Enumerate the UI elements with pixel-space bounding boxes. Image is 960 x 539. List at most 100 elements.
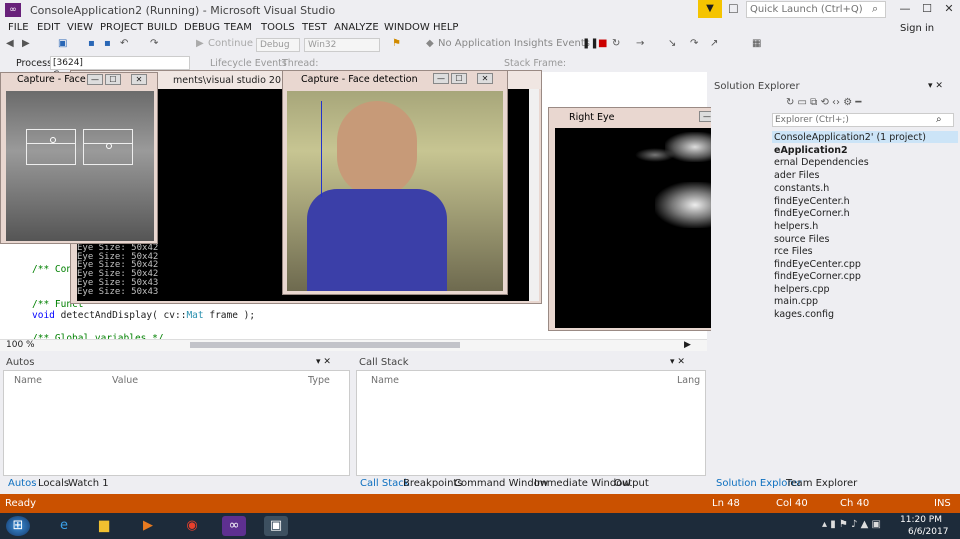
minimize-button[interactable]: —	[87, 74, 103, 85]
tree-item[interactable]: ader Files	[774, 170, 819, 181]
menu-window[interactable]: WINDOW	[384, 22, 430, 33]
tab-autos[interactable]: Autos	[8, 478, 36, 489]
tree-item[interactable]: eApplication2	[774, 145, 848, 156]
column-header[interactable]: Lang	[677, 375, 700, 386]
menu-file[interactable]: FILE	[8, 22, 29, 33]
internet-explorer-icon[interactable]: e	[52, 516, 76, 536]
column-header[interactable]: Name	[371, 375, 399, 386]
hex-display-icon[interactable]: ▦	[752, 38, 761, 49]
column-header[interactable]: Name	[14, 375, 42, 386]
clock-date[interactable]: 6/6/2017	[908, 527, 948, 537]
break-all-icon[interactable]: ❚❚	[582, 38, 599, 49]
browse-icon[interactable]: ⚑	[392, 38, 401, 49]
tree-item[interactable]: source Files	[774, 234, 829, 245]
console-app-icon[interactable]: ▣	[264, 516, 288, 536]
feedback-icon[interactable]: ☐	[728, 2, 739, 16]
tree-item[interactable]: findEyeCorner.cpp	[774, 271, 861, 282]
menu-build[interactable]: BUILD	[147, 22, 177, 33]
call-stack-panel: Call Stack Name Lang	[356, 356, 706, 492]
face-detection-window[interactable]: Capture - Face detection — ☐ ✕	[282, 70, 508, 295]
insights-label[interactable]: No Application Insights Events	[438, 38, 590, 49]
back-icon[interactable]: ◀	[6, 38, 14, 49]
tree-item[interactable]: findEyeCorner.h	[774, 208, 850, 219]
save-all-icon[interactable]: ▪	[104, 38, 111, 49]
media-player-icon[interactable]: ▶	[136, 516, 160, 536]
stop-debugging-icon[interactable]: ■	[598, 38, 607, 49]
platform-dropdown[interactable]: Win32	[304, 38, 380, 52]
menu-view[interactable]: VIEW	[67, 22, 93, 33]
continue-icon[interactable]: ▶	[196, 38, 204, 49]
config-dropdown[interactable]: Debug	[256, 38, 300, 52]
minimize-button[interactable]: —	[433, 73, 449, 84]
tree-item[interactable]: ernal Dependencies	[774, 157, 869, 168]
lifecycle-events[interactable]: Lifecycle Events	[210, 58, 287, 69]
undo-icon[interactable]: ↶	[120, 38, 128, 49]
tree-item[interactable]: main.cpp	[774, 296, 818, 307]
restart-icon[interactable]: ↻	[612, 38, 620, 49]
autos-body[interactable]: Name Value Type	[3, 370, 350, 476]
horizontal-scrollbar[interactable]	[190, 342, 460, 348]
sign-in-link[interactable]: Sign in	[900, 23, 934, 34]
tab-output[interactable]: Output	[614, 478, 649, 489]
step-into-icon[interactable]: ↘	[668, 38, 676, 49]
column-header[interactable]: Value	[112, 375, 138, 386]
tree-item[interactable]: ConsoleApplication2' (1 project)	[774, 132, 926, 143]
capture-face-window[interactable]: Capture - Face — ☐ ✕	[0, 72, 158, 244]
panel-pin-icon[interactable]: ▾ ✕	[670, 357, 685, 367]
column-header[interactable]: Type	[308, 375, 330, 386]
solution-toolbar-icons[interactable]: ↻ ▭ ⧉ ⟲ ‹› ⚙ ━	[786, 97, 861, 108]
new-project-icon[interactable]: ▣	[58, 38, 67, 49]
step-out-icon[interactable]: ↗	[710, 38, 718, 49]
clock-time[interactable]: 11:20 PM	[900, 515, 942, 525]
tree-item[interactable]: helpers.cpp	[774, 284, 830, 295]
call-stack-body[interactable]: Name Lang	[356, 370, 706, 476]
maximize-button[interactable]: ☐	[105, 74, 121, 85]
close-button[interactable]: ✕	[131, 74, 147, 85]
menu-edit[interactable]: EDIT	[37, 22, 60, 33]
face-detection-titlebar: Capture - Face detection	[283, 71, 507, 85]
continue-button[interactable]: Continue	[208, 38, 253, 49]
file-explorer-icon[interactable]: ▆	[92, 516, 116, 536]
tab-team-explorer[interactable]: Team Explorer	[786, 478, 857, 489]
menu-debug[interactable]: DEBUG	[184, 22, 220, 33]
menu-tools[interactable]: TOOLS	[261, 22, 295, 33]
save-icon[interactable]: ▪	[88, 38, 95, 49]
right-eye-title: Right Eye	[569, 112, 615, 123]
panel-pin-icon[interactable]: ▾ ✕	[928, 81, 943, 91]
visual-studio-icon[interactable]: ∞	[222, 516, 246, 536]
tree-item[interactable]: constants.h	[774, 183, 829, 194]
menu-analyze[interactable]: ANALYZE	[334, 22, 379, 33]
show-next-statement-icon[interactable]: →	[636, 38, 644, 49]
notification-flag-icon[interactable]: ▼	[698, 0, 722, 18]
tree-item[interactable]: findEyeCenter.cpp	[774, 259, 861, 270]
redo-icon[interactable]: ↷	[150, 38, 158, 49]
start-button[interactable]: ⊞	[6, 516, 30, 536]
menu-test[interactable]: TEST	[302, 22, 327, 33]
panel-pin-icon[interactable]: ▾ ✕	[316, 357, 331, 367]
tab-locals[interactable]: Locals	[38, 478, 69, 489]
process-dropdown[interactable]: [3624] ConsoleApplication2.exe	[50, 56, 190, 80]
code-line: void detectAndDisplay( cv::Mat frame );	[20, 310, 255, 322]
close-button[interactable]: ✕	[934, 0, 960, 18]
scroll-right-icon[interactable]: ▶	[684, 340, 691, 350]
menu-project[interactable]: PROJECT	[100, 22, 143, 33]
maximize-button[interactable]: ☐	[451, 73, 467, 84]
forward-icon[interactable]: ▶	[22, 38, 30, 49]
menu-help[interactable]: HELP	[433, 22, 458, 33]
console-scrollbar[interactable]	[529, 89, 539, 301]
tab-watch-1[interactable]: Watch 1	[68, 478, 109, 489]
menu-team[interactable]: TEAM	[224, 22, 252, 33]
tree-item[interactable]: kages.config	[774, 309, 834, 320]
step-over-icon[interactable]: ↷	[690, 38, 698, 49]
close-button[interactable]: ✕	[477, 73, 493, 84]
eyebrow-region	[635, 148, 675, 162]
tray-icons[interactable]: ▴ ▮ ⚑ ♪ ▲ ▣	[822, 519, 881, 530]
quick-launch-input[interactable]: Quick Launch (Ctrl+Q)	[746, 1, 886, 18]
zoom-level[interactable]: 100 %	[6, 340, 35, 350]
tree-item[interactable]: rce Files	[774, 246, 813, 257]
solution-search-input[interactable]: Explorer (Ctrl+;)	[772, 113, 954, 127]
tree-item[interactable]: findEyeCenter.h	[774, 196, 850, 207]
chrome-icon[interactable]: ◉	[180, 516, 204, 536]
tree-item[interactable]: helpers.h	[774, 221, 818, 232]
